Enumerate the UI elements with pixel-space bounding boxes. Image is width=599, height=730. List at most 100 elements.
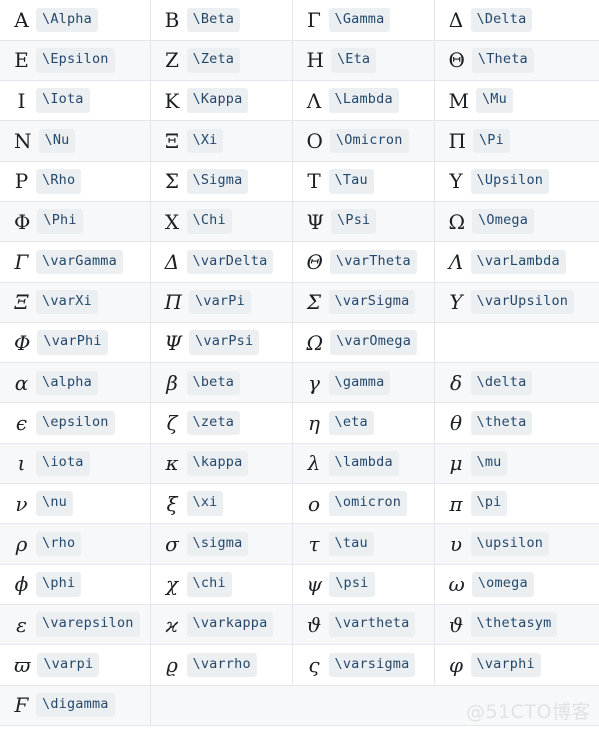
- symbol-command[interactable]: \psi: [329, 572, 375, 597]
- symbol-command[interactable]: \Delta: [470, 7, 533, 33]
- symbol-command[interactable]: \varOmega: [330, 330, 418, 355]
- symbol-command[interactable]: \omicron: [328, 491, 408, 516]
- symbol-command[interactable]: \digamma: [36, 692, 115, 718]
- symbol-glyph: Ε: [14, 48, 29, 73]
- symbol-command[interactable]: \Omega: [472, 209, 535, 234]
- symbol-command[interactable]: \theta: [470, 410, 533, 436]
- symbol-command[interactable]: \vartheta: [328, 612, 416, 637]
- symbol-command[interactable]: \Chi: [186, 209, 232, 234]
- symbol-command[interactable]: \lambda: [328, 451, 399, 476]
- symbol-command[interactable]: \Gamma: [328, 7, 391, 33]
- symbol-command[interactable]: \varsigma: [328, 652, 416, 678]
- symbol-command[interactable]: \phi: [36, 572, 82, 597]
- symbol-command[interactable]: \rho: [36, 531, 82, 557]
- symbol-cell-content: β \beta: [165, 370, 292, 396]
- symbol-cell-content: Π \Pi: [449, 128, 599, 154]
- symbol-glyph: β: [166, 370, 178, 395]
- symbol-glyph: Θ: [448, 48, 465, 73]
- symbol-cell-content: Ζ \Zeta: [165, 48, 292, 73]
- symbol-cell: Ο \Omicron: [292, 120, 435, 162]
- symbol-command[interactable]: \upsilon: [470, 531, 550, 557]
- symbol-command[interactable]: \varPi: [188, 289, 251, 315]
- symbol-command[interactable]: \Alpha: [36, 7, 98, 33]
- symbol-command[interactable]: \varGamma: [36, 249, 123, 275]
- symbol-cell-content: ς \varsigma: [307, 652, 434, 678]
- symbol-cell: β \beta: [150, 362, 293, 404]
- symbol-glyph: Ι: [17, 88, 26, 113]
- symbol-cell-content: κ \kappa: [165, 451, 292, 476]
- symbol-command[interactable]: \varpi: [37, 652, 100, 678]
- symbol-command[interactable]: \zeta: [186, 410, 241, 436]
- symbol-command[interactable]: \chi: [186, 572, 232, 597]
- symbol-glyph: π: [449, 491, 463, 516]
- symbol-command[interactable]: \pi: [470, 491, 508, 516]
- symbol-command[interactable]: \kappa: [186, 451, 249, 476]
- symbol-command[interactable]: \Sigma: [186, 169, 249, 194]
- symbol-command[interactable]: \nu: [36, 491, 73, 516]
- symbol-command[interactable]: \beta: [186, 370, 241, 396]
- symbol-command[interactable]: \Iota: [36, 88, 90, 113]
- symbol-command[interactable]: \Upsilon: [470, 169, 550, 194]
- symbol-cell-content: η \eta: [307, 410, 434, 436]
- symbol-command[interactable]: \Tau: [328, 169, 374, 194]
- symbol-command[interactable]: \varDelta: [186, 249, 274, 275]
- symbol-command[interactable]: \Epsilon: [36, 48, 115, 73]
- symbol-glyph: ι: [17, 451, 26, 476]
- symbol-command[interactable]: \Nu: [38, 128, 76, 154]
- symbol-cell-content: ν \nu: [14, 491, 149, 516]
- symbol-cell-content: Ϝ \digamma: [14, 692, 149, 718]
- symbol-command[interactable]: \Beta: [186, 7, 241, 33]
- symbol-cell-content: Β \Beta: [165, 7, 292, 33]
- symbol-cell-content: Θ \Theta: [449, 48, 599, 73]
- symbol-command[interactable]: \varphi: [470, 652, 541, 678]
- symbol-command[interactable]: \alpha: [36, 370, 98, 396]
- symbol-command[interactable]: \iota: [36, 451, 90, 476]
- symbol-command[interactable]: \tau: [328, 531, 374, 557]
- symbol-command[interactable]: \varPsi: [189, 330, 260, 355]
- symbol-command[interactable]: \Lambda: [328, 88, 399, 113]
- symbol-command[interactable]: \xi: [186, 491, 224, 516]
- symbol-command[interactable]: \varrho: [186, 652, 257, 678]
- symbol-command[interactable]: \Xi: [186, 128, 224, 154]
- symbol-command[interactable]: \varXi: [36, 289, 98, 315]
- symbol-command[interactable]: \Zeta: [186, 48, 241, 73]
- symbol-cell-content: ε \varepsilon: [14, 612, 149, 637]
- symbol-command[interactable]: \omega: [471, 572, 534, 597]
- symbol-command[interactable]: \Omicron: [329, 128, 409, 154]
- symbol-command[interactable]: \varUpsilon: [470, 289, 575, 315]
- symbol-glyph: Η: [306, 48, 324, 73]
- symbol-glyph: Α: [14, 7, 29, 32]
- symbol-cell: ε \varepsilon: [0, 604, 151, 646]
- symbol-command[interactable]: \varSigma: [328, 289, 416, 315]
- symbol-command[interactable]: \mu: [470, 451, 508, 476]
- symbol-command[interactable]: \Kappa: [186, 88, 249, 113]
- symbol-cell: σ \sigma: [150, 523, 293, 565]
- symbol-cell-empty: [434, 685, 599, 726]
- symbol-glyph: ϕ: [14, 572, 29, 597]
- symbol-command[interactable]: \gamma: [328, 370, 391, 396]
- symbol-command[interactable]: \eta: [328, 410, 374, 436]
- symbol-command[interactable]: \Psi: [331, 209, 377, 234]
- symbol-command[interactable]: \Pi: [472, 128, 510, 154]
- symbol-command[interactable]: \varPhi: [37, 330, 108, 355]
- symbol-command[interactable]: \delta: [470, 370, 533, 396]
- symbol-command[interactable]: \varepsilon: [36, 612, 140, 637]
- symbol-glyph: Φ: [14, 209, 31, 234]
- symbol-command[interactable]: \Phi: [37, 209, 83, 234]
- symbol-command[interactable]: \Rho: [36, 169, 82, 194]
- symbol-glyph: φ: [448, 652, 463, 677]
- symbol-cell-content: Δ \Delta: [449, 7, 599, 33]
- symbol-cell: Π \Pi: [434, 120, 599, 162]
- symbol-command[interactable]: \Mu: [475, 88, 513, 113]
- symbol-command[interactable]: \sigma: [186, 531, 249, 557]
- symbol-cell-content: ϖ \varpi: [14, 652, 149, 678]
- symbol-command[interactable]: \varTheta: [329, 249, 417, 275]
- symbol-command[interactable]: \Theta: [471, 48, 534, 73]
- symbol-command[interactable]: \epsilon: [36, 410, 115, 436]
- symbol-command[interactable]: \thetasym: [470, 612, 558, 637]
- symbol-command[interactable]: \Eta: [330, 48, 377, 73]
- symbol-command[interactable]: \varLambda: [470, 249, 566, 275]
- symbol-cell-content: ϱ \varrho: [165, 652, 292, 678]
- symbol-cell: ϱ \varrho: [150, 644, 293, 686]
- symbol-command[interactable]: \varkappa: [186, 612, 274, 637]
